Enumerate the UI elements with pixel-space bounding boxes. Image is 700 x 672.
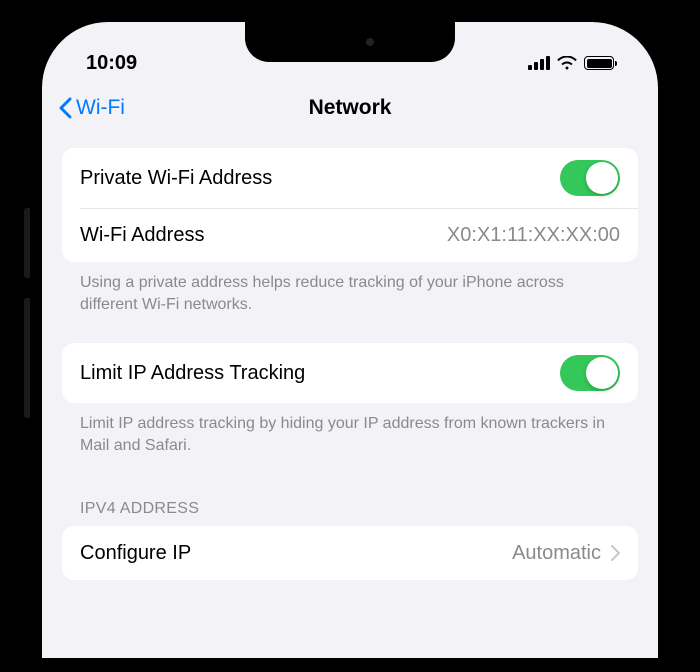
battery-icon	[584, 56, 614, 70]
ipv4-group: Configure IP Automatic	[62, 526, 638, 580]
page-title: Network	[42, 96, 658, 120]
private-address-group: Private Wi-Fi Address Wi-Fi Address X0:X…	[62, 148, 638, 333]
wifi-address-label: Wi-Fi Address	[80, 224, 204, 247]
notch	[245, 22, 455, 62]
screen: 10:09 Wi-Fi Network Private Wi-Fi Addres…	[42, 22, 658, 658]
wifi-address-value: X0:X1:11:XX:XX:00	[447, 224, 620, 247]
status-time: 10:09	[86, 52, 137, 75]
wifi-icon	[557, 56, 577, 70]
cellular-signal-icon	[528, 56, 550, 70]
phone-frame: 10:09 Wi-Fi Network Private Wi-Fi Addres…	[28, 8, 672, 672]
limit-ip-footer: Limit IP address tracking by hiding your…	[62, 403, 638, 474]
status-icons	[528, 56, 614, 70]
back-button[interactable]: Wi-Fi	[58, 96, 125, 120]
limit-ip-row[interactable]: Limit IP Address Tracking	[62, 343, 638, 403]
nav-bar: Wi-Fi Network	[42, 82, 658, 138]
chevron-left-icon	[58, 97, 72, 119]
ipv4-section-header: IPV4 Address	[62, 484, 638, 526]
private-wifi-address-row[interactable]: Private Wi-Fi Address	[62, 148, 638, 208]
limit-ip-toggle[interactable]	[560, 355, 620, 391]
configure-ip-row[interactable]: Configure IP Automatic	[62, 526, 638, 580]
limit-ip-group: Limit IP Address Tracking Limit IP addre…	[62, 343, 638, 474]
configure-ip-value: Automatic	[512, 542, 601, 565]
private-wifi-toggle[interactable]	[560, 160, 620, 196]
content: Private Wi-Fi Address Wi-Fi Address X0:X…	[42, 138, 658, 580]
chevron-right-icon	[611, 545, 620, 561]
private-address-footer: Using a private address helps reduce tra…	[62, 262, 638, 333]
private-wifi-label: Private Wi-Fi Address	[80, 167, 272, 190]
configure-ip-label: Configure IP	[80, 542, 191, 565]
back-label: Wi-Fi	[76, 96, 125, 120]
limit-ip-label: Limit IP Address Tracking	[80, 362, 305, 385]
wifi-address-row: Wi-Fi Address X0:X1:11:XX:XX:00	[80, 208, 638, 262]
